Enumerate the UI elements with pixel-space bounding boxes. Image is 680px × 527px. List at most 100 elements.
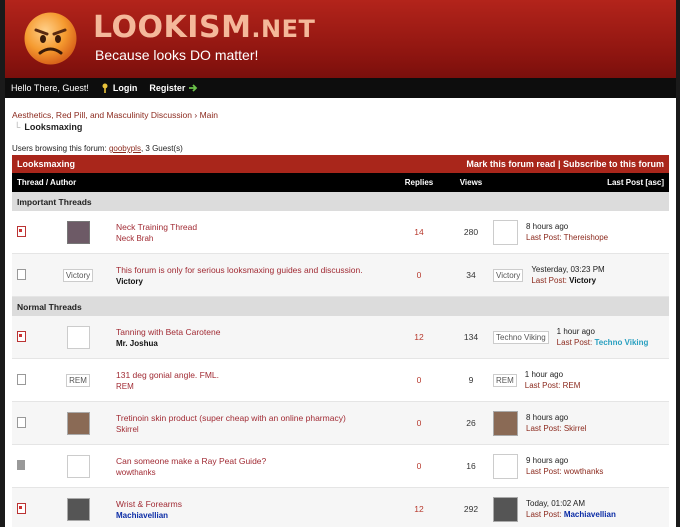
browsing-user-link[interactable]: goobypls (109, 144, 141, 153)
breadcrumb: Aesthetics, Red Pill, and Masculinity Di… (12, 110, 669, 120)
last-post-user-link[interactable]: wowthanks (564, 467, 604, 476)
forum-header-row: Looksmaxing Mark this forum read | Subsc… (12, 155, 669, 173)
breadcrumb-forum-link[interactable]: Aesthetics, Red Pill, and Masculinity Di… (12, 110, 192, 120)
thread-title-link[interactable]: Wrist & Forearms (116, 499, 387, 509)
subscribe-link[interactable]: Subscribe to this forum (563, 159, 664, 169)
table-row: Tanning with Beta Carotene Mr. Joshua 12… (12, 316, 669, 359)
col-views[interactable]: Views (450, 173, 492, 192)
table-row: Wrist & Forearms Machiavellian 12 292 To… (12, 487, 669, 527)
last-post-user-link[interactable]: Machiavellian (564, 510, 616, 519)
views-count: 9 (450, 358, 492, 402)
site-title[interactable]: LOOKISM.NET (93, 10, 315, 45)
column-header-row: Thread / Author Replies Views Last Post … (12, 173, 669, 192)
thread-author-link[interactable]: Machiavellian (116, 511, 387, 520)
browsing-suffix: , 3 Guest(s) (140, 144, 183, 153)
views-count: 34 (450, 253, 492, 297)
site-tld: .NET (251, 15, 316, 43)
site-header: LOOKISM.NET Because looks DO matter! (5, 0, 676, 78)
thread-title-link[interactable]: Tanning with Beta Carotene (116, 327, 387, 337)
hot-thread-icon (17, 502, 26, 514)
replies-count[interactable]: 12 (388, 316, 450, 359)
key-icon (102, 83, 108, 93)
table-row: Tretinoin skin product (super cheap with… (12, 401, 669, 445)
avatar[interactable]: Victory (493, 268, 524, 282)
last-post-label: Last Post: (531, 276, 567, 285)
thread-title-link[interactable]: Can someone make a Ray Peat Guide? (116, 456, 387, 466)
avatar[interactable]: Victory (62, 268, 94, 282)
table-row: Neck Training Thread Neck Brah 14 280 8 … (12, 211, 669, 254)
thread-title-link[interactable]: Tretinoin skin product (super cheap with… (116, 413, 387, 423)
views-count: 16 (450, 444, 492, 488)
breadcrumb-main-link[interactable]: Main (200, 110, 218, 120)
avatar[interactable] (493, 453, 518, 479)
last-post-time[interactable]: 9 hours ago (526, 456, 603, 465)
current-forum: └ Looksmaxing (12, 122, 669, 132)
replies-count[interactable]: 0 (388, 358, 450, 402)
col-thread-author[interactable]: Thread / Author (12, 173, 388, 192)
avatar[interactable] (493, 219, 518, 245)
section-normal-label: Normal Threads (12, 296, 669, 316)
avatar[interactable] (66, 454, 90, 478)
last-post-time[interactable]: 8 hours ago (526, 222, 608, 231)
last-post-time[interactable]: 8 hours ago (526, 413, 586, 422)
thread-icon (17, 373, 26, 385)
avatar[interactable] (66, 220, 90, 244)
forum-page: LOOKISM.NET Because looks DO matter! Hel… (5, 0, 676, 527)
avatar[interactable]: REM (66, 373, 90, 387)
greeting-text: Hello There, Guest! (11, 83, 89, 93)
table-row: Victory This forum is only for serious l… (12, 253, 669, 297)
mark-read-link[interactable]: Mark this forum read (466, 159, 555, 169)
login-label: Login (112, 83, 138, 93)
avatar[interactable]: REM (493, 373, 517, 387)
avatar[interactable] (493, 410, 518, 436)
last-post-user-link[interactable]: Skirrel (564, 424, 587, 433)
replies-count[interactable]: 12 (388, 487, 450, 527)
forum-title: Looksmaxing (12, 155, 388, 173)
col-last-post[interactable]: Last Post [asc] (492, 173, 669, 192)
thread-title-link[interactable]: This forum is only for serious looksmaxi… (116, 265, 387, 275)
user-bar: Hello There, Guest! Login Register (5, 78, 676, 98)
thread-author-link[interactable]: REM (116, 382, 387, 391)
avatar[interactable] (66, 411, 90, 435)
avatar[interactable] (493, 496, 518, 522)
angry-face-logo-icon[interactable] (23, 11, 78, 66)
last-post-label: Last Post: (526, 233, 562, 242)
thread-title-link[interactable]: 131 deg gonial angle. FML. (116, 370, 387, 380)
thread-author-link[interactable]: Skirrel (116, 425, 387, 434)
thread-author-link[interactable]: Mr. Joshua (116, 339, 387, 348)
thread-table: Looksmaxing Mark this forum read | Subsc… (12, 155, 669, 527)
register-link[interactable]: Register (149, 83, 199, 93)
hot-thread-icon (17, 330, 26, 342)
last-post-time[interactable]: 1 hour ago (557, 327, 649, 336)
lock-icon (17, 460, 25, 470)
thread-author-link[interactable]: Victory (116, 277, 387, 286)
replies-count[interactable]: 0 (388, 401, 450, 445)
avatar[interactable]: Techno Viking (493, 330, 549, 344)
avatar[interactable] (66, 325, 90, 349)
last-post-user-link[interactable]: Techno Viking (594, 338, 648, 347)
views-count: 26 (450, 401, 492, 445)
thread-author-link[interactable]: wowthanks (116, 468, 387, 477)
thread-icon (17, 416, 26, 428)
login-link[interactable]: Login (101, 83, 138, 93)
replies-count[interactable]: 14 (388, 211, 450, 254)
last-post-user-link[interactable]: REM (563, 381, 581, 390)
last-post-time[interactable]: Yesterday, 03:23 PM (531, 265, 604, 274)
replies-count[interactable]: 0 (388, 253, 450, 297)
last-post-label: Last Post: (556, 338, 593, 347)
forum-actions: Mark this forum read | Subscribe to this… (388, 155, 669, 173)
replies-count[interactable]: 0 (388, 444, 450, 488)
avatar[interactable] (66, 497, 90, 521)
table-row: REM 131 deg gonial angle. FML. REM 0 9 R… (12, 358, 669, 402)
last-post-time[interactable]: Today, 01:02 AM (526, 499, 616, 508)
col-replies[interactable]: Replies (388, 173, 450, 192)
current-forum-title: Looksmaxing (24, 122, 83, 132)
site-name: LOOKISM (93, 10, 252, 45)
last-post-label: Last Post: (524, 381, 561, 390)
thread-title-link[interactable]: Neck Training Thread (116, 222, 387, 232)
thread-icon (17, 268, 26, 280)
last-post-user-link[interactable]: Victory (569, 276, 596, 285)
last-post-time[interactable]: 1 hour ago (525, 370, 581, 379)
last-post-user-link[interactable]: Thereishope (564, 233, 608, 242)
thread-author-link[interactable]: Neck Brah (116, 234, 387, 243)
